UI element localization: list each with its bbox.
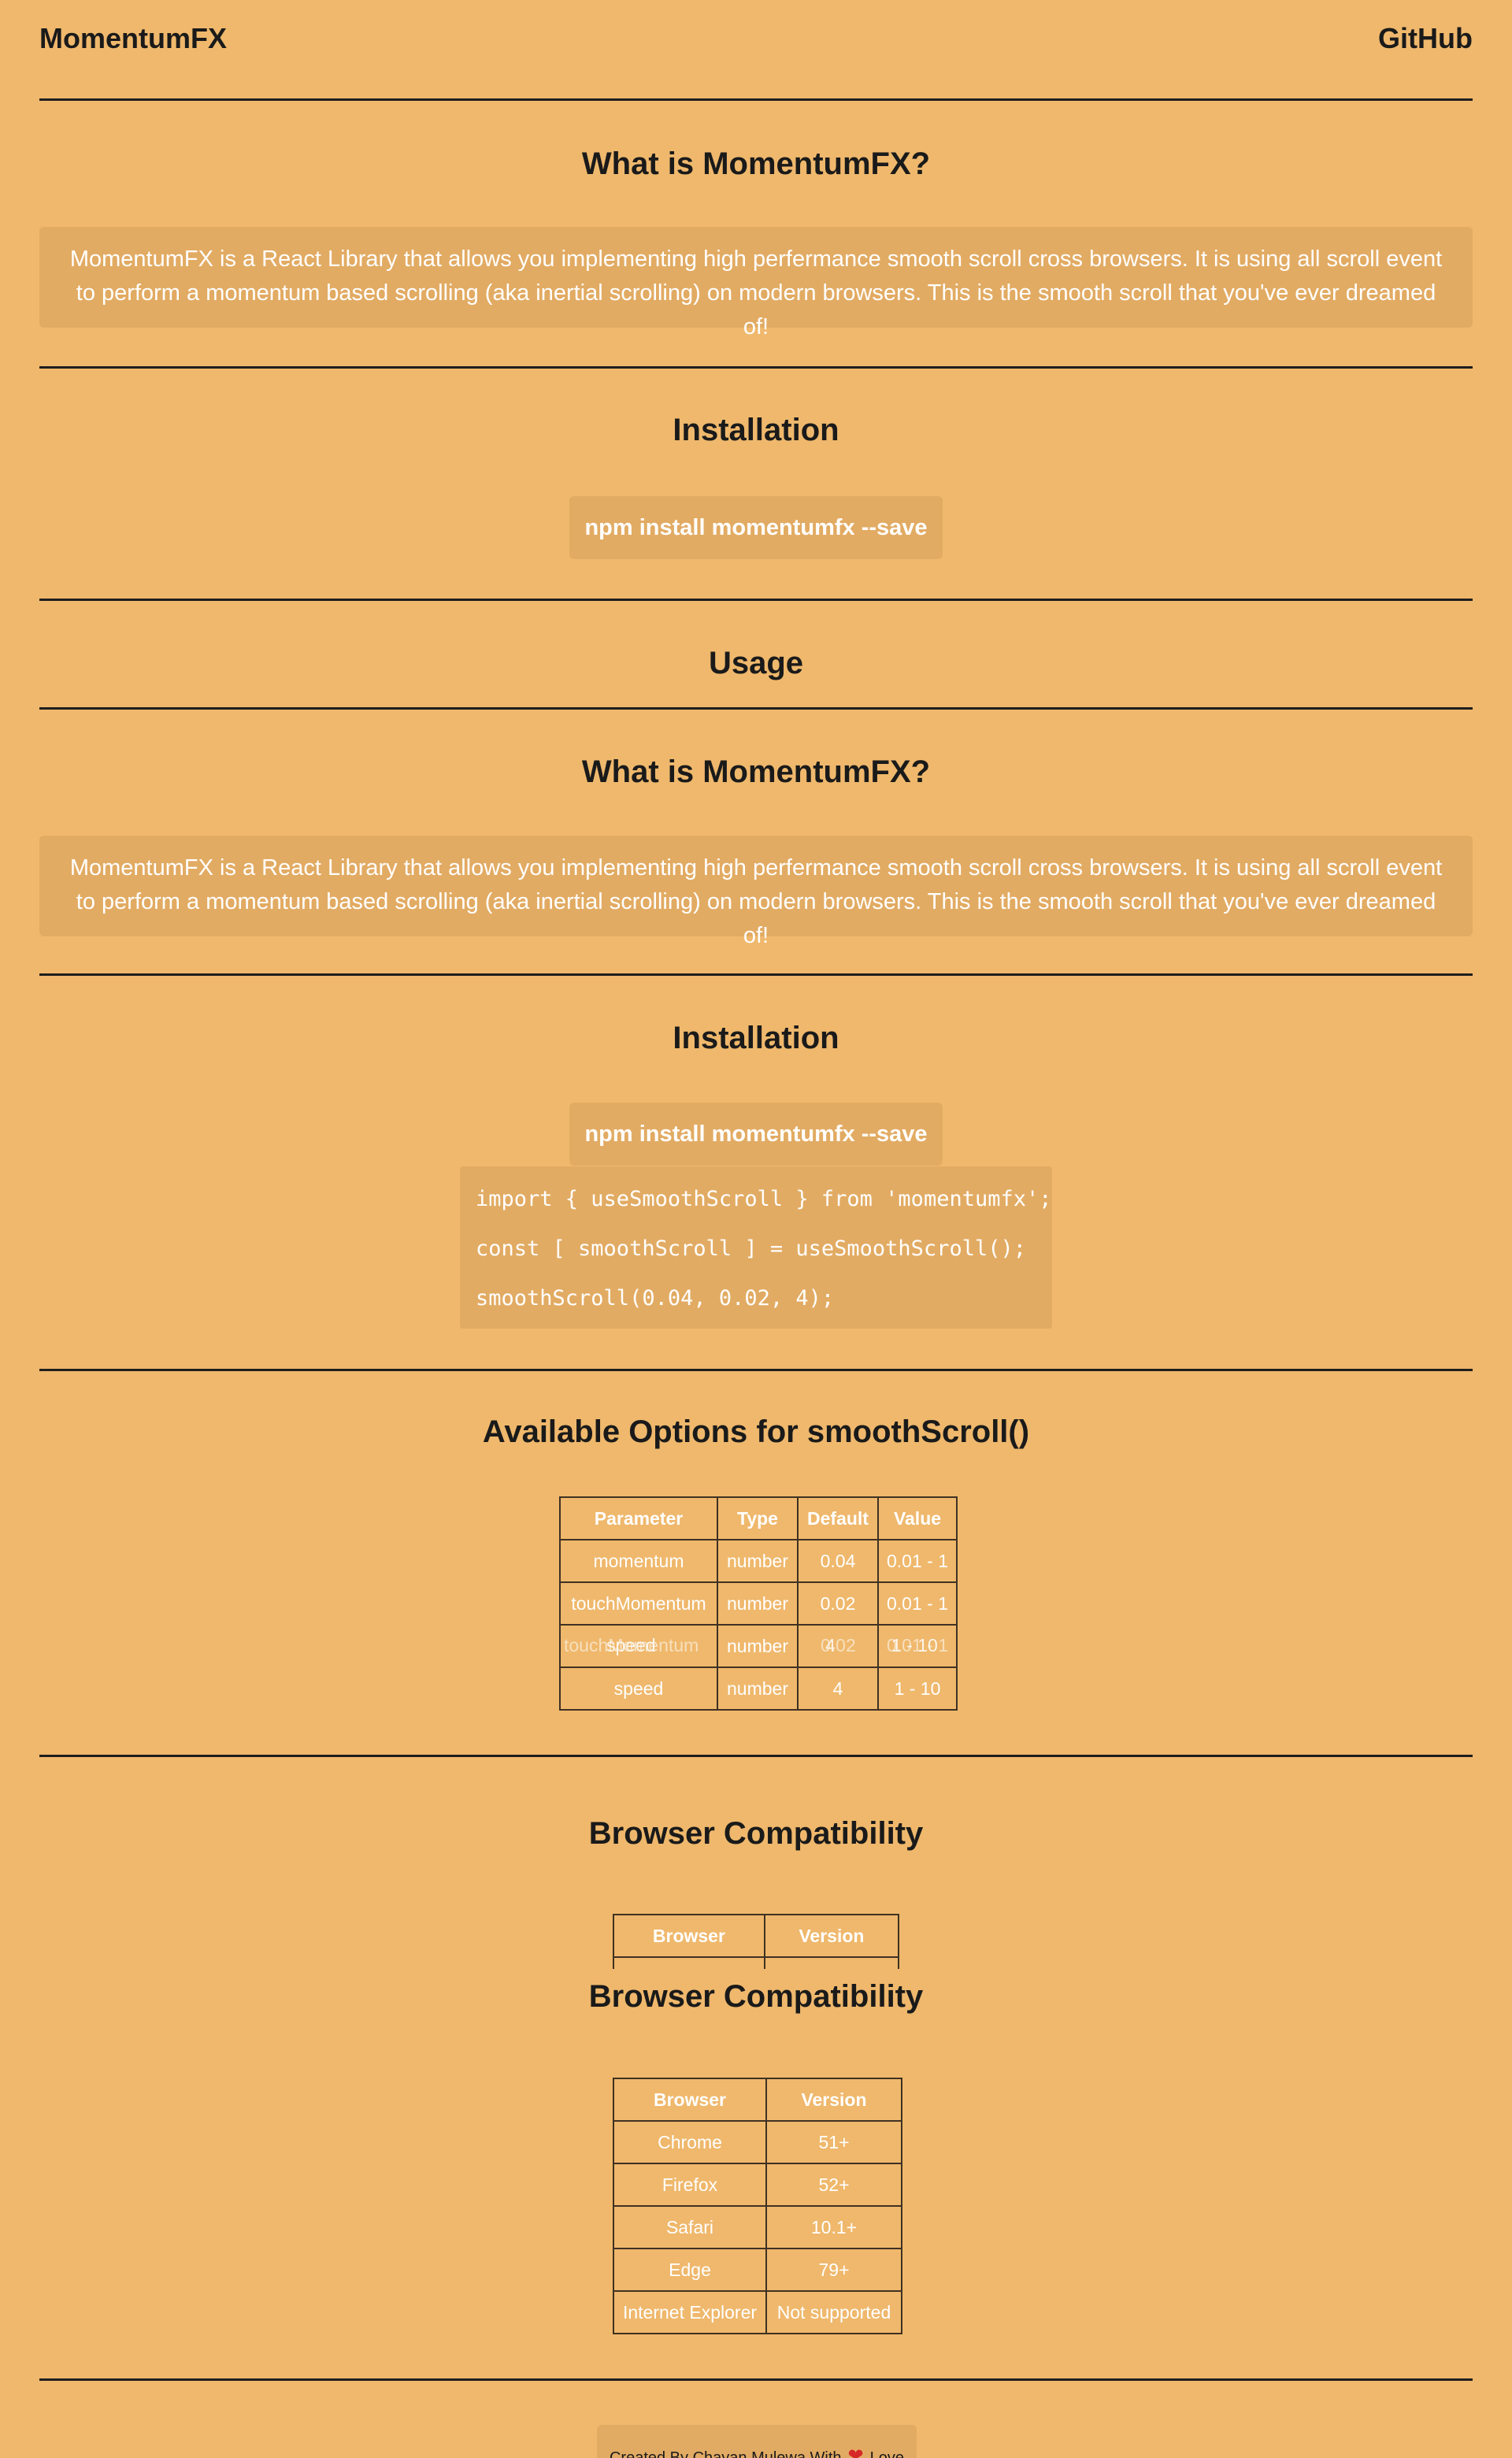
table-cell: Chrome	[613, 2120, 767, 2164]
divider	[39, 1755, 1473, 1757]
table-cell: speed	[559, 1666, 718, 1711]
column-header: Value	[877, 1496, 958, 1540]
options-title: Available Options for smoothScroll()	[482, 1414, 1030, 1449]
ghost-text: 1 - 10	[891, 1635, 938, 1655]
column-header: Parameter	[559, 1496, 718, 1540]
table-cell: 4	[797, 1666, 879, 1711]
table-cell: 0.02	[797, 1581, 879, 1626]
installation-title: Installation	[673, 413, 839, 447]
table-cell: 0.01 - 1	[877, 1539, 958, 1583]
footer-suffix: Love	[869, 2449, 905, 2458]
table-cell: number	[717, 1539, 799, 1583]
table-cell: 0.01 - 1 1 - 10	[877, 1624, 958, 1668]
table-cell: 0.02 4	[797, 1624, 879, 1668]
table-cell: number	[717, 1624, 799, 1668]
table-cell: 10.1+	[765, 2205, 902, 2249]
page: MomentumFX GitHub What is MomentumFX? Mo…	[0, 0, 1512, 2458]
brand-logo-text[interactable]: MomentumFX	[39, 22, 227, 55]
column-header: Browser	[613, 2078, 767, 2122]
npm-install-command[interactable]: npm install momentumfx --save	[569, 496, 943, 559]
table-cell: 0.04	[797, 1539, 879, 1583]
options-table: Parameter Type Default Value momentum nu…	[559, 1496, 958, 1711]
table-header-row: Browser Version	[613, 1914, 899, 1958]
table-cell: Internet Explorer	[613, 2290, 767, 2334]
column-header: Type	[717, 1496, 799, 1540]
compat-title: Browser Compatibility	[588, 1979, 924, 2014]
table-header-row: Parameter Type Default Value	[559, 1496, 958, 1540]
intro-description: MomentumFX is a React Library that allow…	[39, 227, 1473, 339]
intro-title: What is MomentumFX?	[581, 146, 931, 181]
table-cell: 52+	[765, 2163, 902, 2207]
table-cell: touchMomentum	[559, 1581, 718, 1626]
table-cell: Safari	[613, 2205, 767, 2249]
intro-description: MomentumFX is a React Library that allow…	[39, 836, 1473, 948]
table-row: touchMomentum number 0.02 0.01 - 1	[559, 1581, 958, 1626]
table-cell: Not supported	[765, 2290, 902, 2334]
table-cell: 79+	[765, 2248, 902, 2292]
table-cell: number	[717, 1666, 799, 1711]
table-row: speed number 4 1 - 10	[559, 1666, 958, 1711]
ghost-text: 4	[825, 1635, 836, 1655]
divider	[39, 366, 1473, 369]
table-row: Chrome 51+	[613, 1956, 899, 1969]
table-cell: 0.01 - 1	[877, 1581, 958, 1626]
table-header-row: Browser Version	[613, 2078, 902, 2122]
npm-install-command[interactable]: npm install momentumfx --save	[569, 1103, 943, 1166]
code-line: const [ smoothScroll ] = useSmoothScroll…	[476, 1236, 1026, 1261]
usage-code-block[interactable]: import { useSmoothScroll } from 'momentu…	[460, 1166, 1052, 1329]
column-header: Browser	[613, 1914, 765, 1958]
column-header: Version	[765, 2078, 902, 2122]
column-header: Version	[763, 1914, 899, 1958]
compat-title: Browser Compatibility	[588, 1816, 924, 1851]
ghost-text: speed	[606, 1635, 656, 1655]
table-row: momentum number 0.04 0.01 - 1	[559, 1539, 958, 1583]
footer-credit: Created By Chayan Mulewa With ❤ Love	[597, 2425, 917, 2458]
compat-table: Browser Version Chrome 51+ Firefox 52+ S…	[613, 2078, 902, 2334]
divider	[39, 707, 1473, 710]
table-cell: touchMomentum speed	[559, 1624, 718, 1668]
installation-title: Installation	[673, 1021, 839, 1055]
code-line: import { useSmoothScroll } from 'momentu…	[476, 1187, 1052, 1211]
divider	[39, 1369, 1473, 1371]
heart-icon: ❤	[847, 2445, 864, 2458]
table-cell: Firefox	[613, 2163, 767, 2207]
table-cell: momentum	[559, 1539, 718, 1583]
table-row: Safari 10.1+	[613, 2205, 902, 2249]
divider	[39, 973, 1473, 976]
table-cell: Edge	[613, 2248, 767, 2292]
intro-title: What is MomentumFX?	[581, 754, 931, 789]
table-row-overlapping: touchMomentum speed number 0.02 4 0.01 -…	[559, 1624, 958, 1668]
table-cell: 1 - 10	[877, 1666, 958, 1711]
divider	[39, 2378, 1473, 2381]
footer-prefix: Created By Chayan Mulewa With	[609, 2449, 842, 2458]
compat-table-clipped: Browser Version Chrome 51+	[613, 1914, 899, 1969]
usage-title: Usage	[708, 646, 804, 680]
column-header: Default	[797, 1496, 879, 1540]
divider	[39, 98, 1473, 101]
compat-table: Browser Version Chrome 51+	[613, 1914, 899, 1969]
table-cell: 51+	[763, 1956, 899, 1969]
table-cell: Chrome	[613, 1956, 765, 1969]
table-row: Internet Explorer Not supported	[613, 2290, 902, 2334]
table-cell: 51+	[765, 2120, 902, 2164]
table-row: Firefox 52+	[613, 2163, 902, 2207]
divider	[39, 599, 1473, 601]
code-line: smoothScroll(0.04, 0.02, 4);	[476, 1286, 835, 1311]
table-row: Edge 79+	[613, 2248, 902, 2292]
github-link[interactable]: GitHub	[1378, 22, 1473, 55]
top-navbar: MomentumFX GitHub	[39, 22, 1473, 55]
table-cell: number	[717, 1581, 799, 1626]
table-row: Chrome 51+	[613, 2120, 902, 2164]
